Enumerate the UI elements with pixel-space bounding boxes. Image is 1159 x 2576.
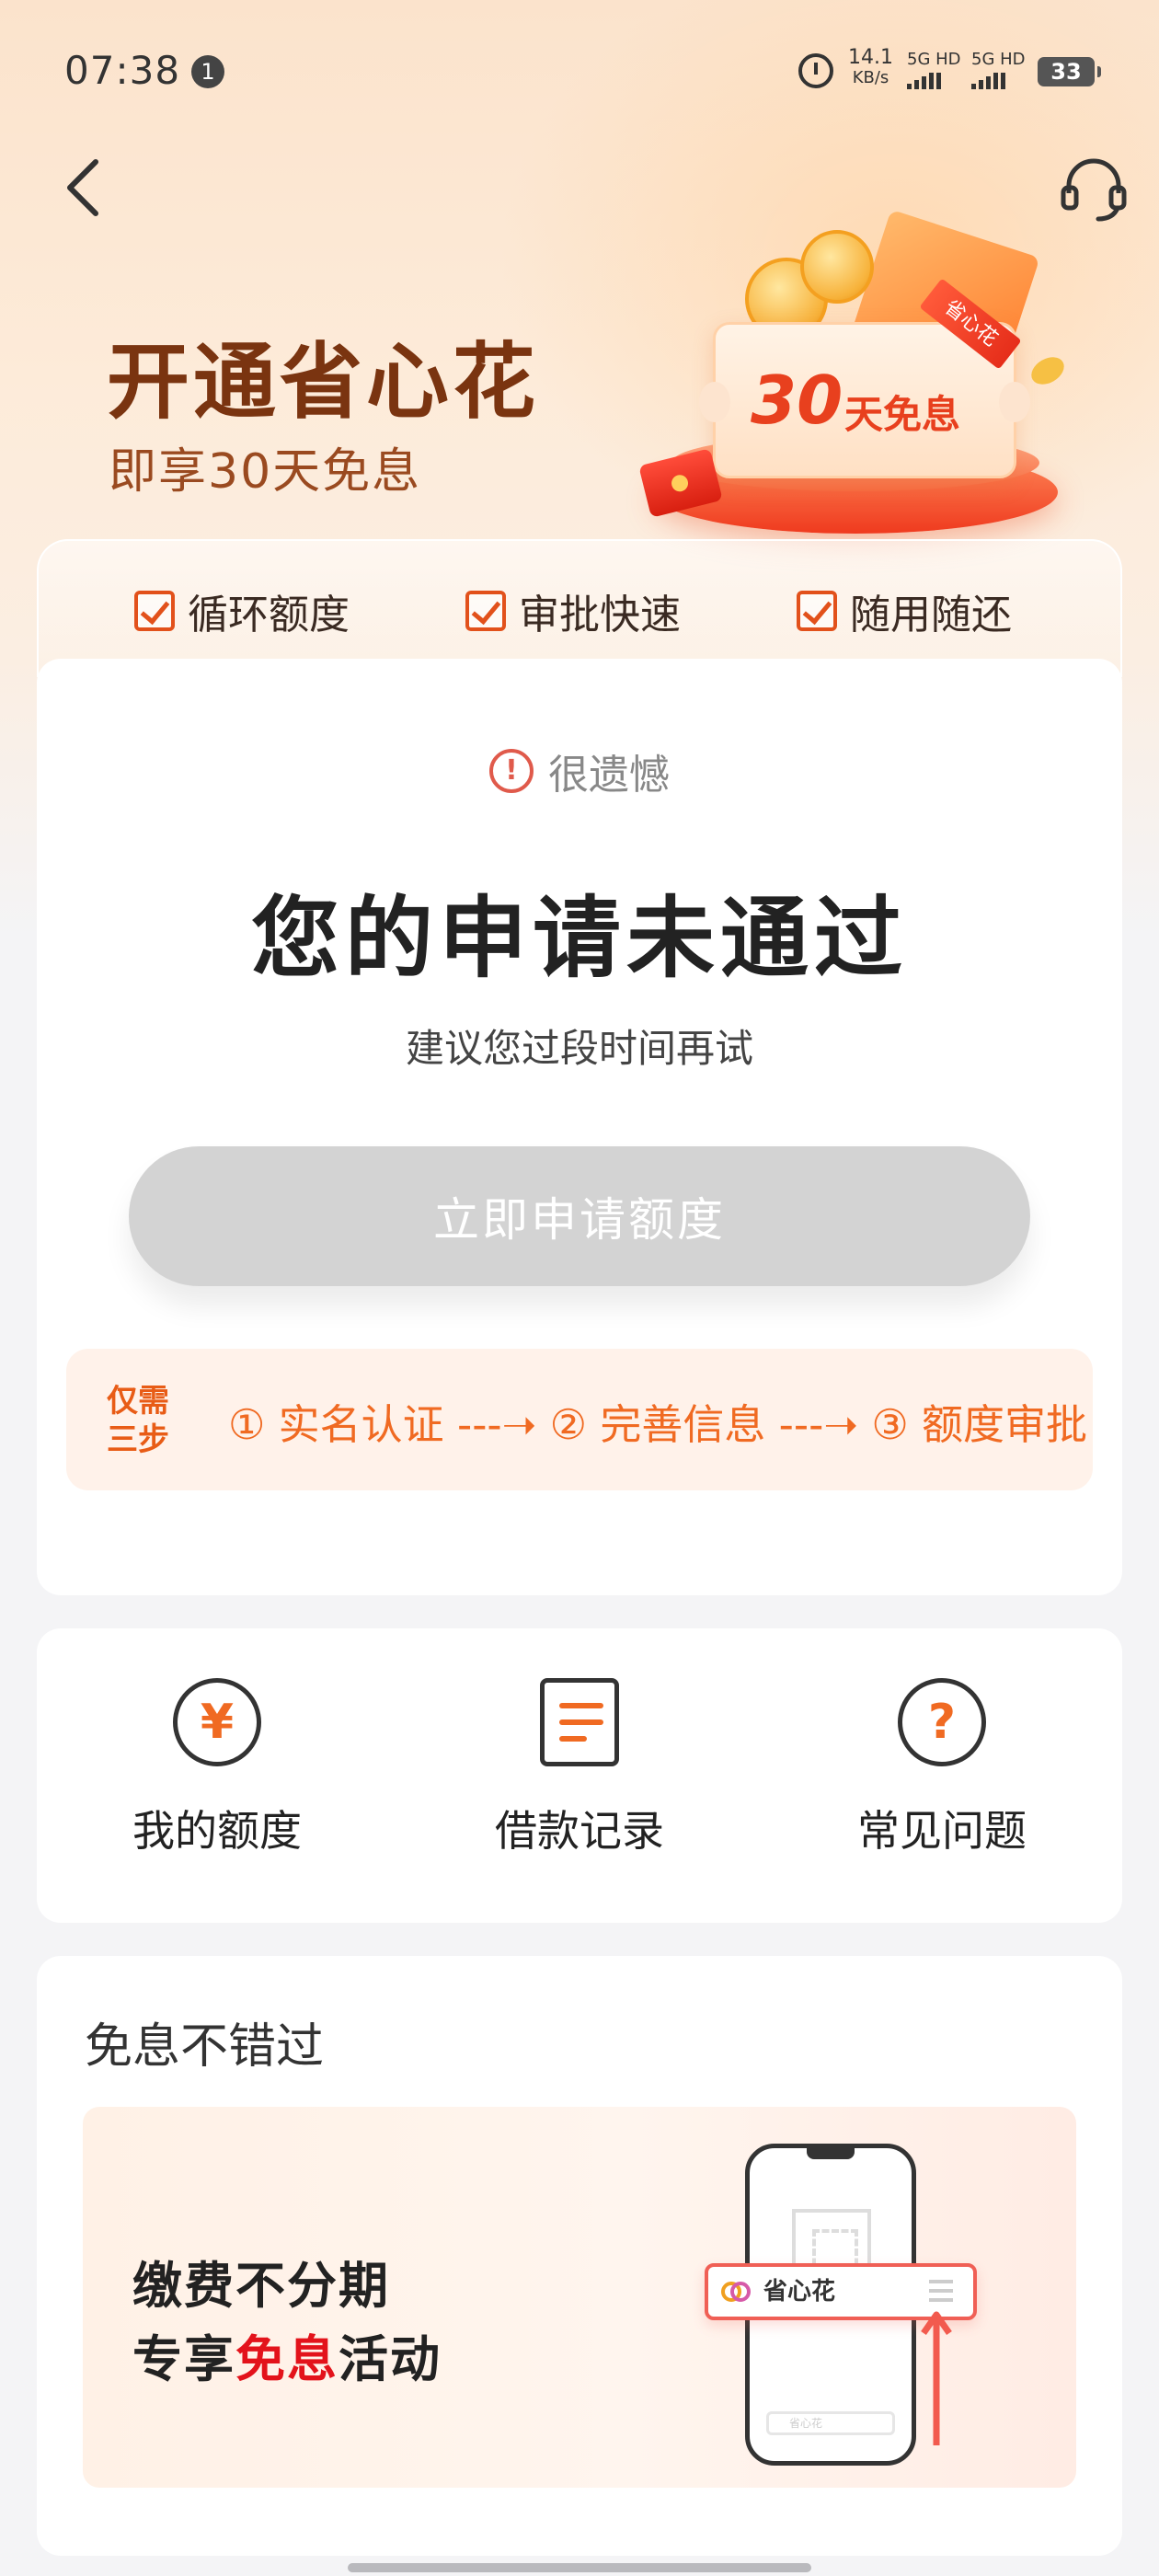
question-circle-icon: ? <box>898 1678 986 1766</box>
result-notice: ! 很遗憾 <box>37 742 1122 800</box>
promo-line2-suffix: 活动 <box>339 2330 442 2388</box>
network-speed: 14.1 KB/s <box>848 48 893 88</box>
coupon-illustration: 30 天免息 省心花 <box>638 209 1085 552</box>
feature-label: 循环额度 <box>188 592 350 638</box>
hero-title: 开通省心花 <box>107 334 539 431</box>
checkbox-icon <box>134 591 175 631</box>
faq-link[interactable]: ? 常见问题 <box>813 1678 1071 1858</box>
signal-bars-icon <box>971 73 1026 89</box>
result-notice-text: 很遗憾 <box>548 752 670 799</box>
flower-logo-icon <box>721 2280 752 2306</box>
quick-links-card: ¥ 我的额度 借款记录 ? 常见问题 <box>37 1628 1122 1923</box>
promo-highlight: 免息 <box>235 2330 339 2388</box>
faq-label: 常见问题 <box>857 1806 1027 1856</box>
promo-line2: 专享免息活动 <box>132 2318 442 2391</box>
sim1-label: 5G HD <box>907 50 961 69</box>
signal-bars-icon <box>907 73 961 89</box>
status-time: 07:38 <box>64 48 181 93</box>
promo-line2-prefix: 专享 <box>132 2330 235 2388</box>
my-credit-label: 我的额度 <box>132 1806 302 1856</box>
loan-records-label: 借款记录 <box>495 1806 664 1856</box>
feature-item: 审批快速 <box>465 581 681 640</box>
promo-line1: 缴费不分期 <box>132 2257 390 2315</box>
apply-credit-button[interactable]: 立即申请额度 <box>129 1146 1030 1286</box>
my-credit-link[interactable]: ¥ 我的额度 <box>88 1678 346 1858</box>
gold-piece-icon <box>1027 351 1069 390</box>
checkbox-icon <box>797 591 837 631</box>
menu-icon <box>929 2280 953 2302</box>
steps-tag-line2: 三步 <box>107 1421 169 1458</box>
customer-service-button[interactable] <box>1058 153 1130 224</box>
status-bar: 07:38 1 14.1 KB/s 5G HD 5G HD 33 <box>0 0 1159 138</box>
feature-bar: 循环额度 审批快速 随用随还 <box>37 539 1122 677</box>
home-indicator[interactable] <box>348 2563 811 2572</box>
hero-subtitle: 即享30天免息 <box>109 444 422 500</box>
sim1-signal: 5G HD <box>907 50 961 89</box>
steps-tag-line1: 仅需 <box>107 1383 169 1420</box>
document-list-icon <box>540 1678 619 1766</box>
back-button[interactable] <box>57 155 112 221</box>
feature-item: 随用随还 <box>797 581 1012 640</box>
checkbox-icon <box>465 591 506 631</box>
mini-card-label: 省心花 <box>763 2278 836 2306</box>
network-speed-unit: KB/s <box>852 68 889 87</box>
coupon-text: 天免息 <box>844 392 961 437</box>
result-title: 您的申请未通过 <box>251 887 908 990</box>
promo-section-title: 免息不错过 <box>85 2019 325 2075</box>
feature-item: 循环额度 <box>134 581 350 640</box>
sim2-label: 5G HD <box>971 50 1026 69</box>
chevron-left-icon <box>67 159 98 216</box>
yen-circle-icon: ¥ <box>173 1678 261 1766</box>
result-subtitle: 建议您过段时间再试 <box>405 1026 753 1071</box>
promo-banner[interactable]: 缴费不分期 专享免息活动 省心花 省心花 <box>83 2107 1076 2488</box>
notification-badge: 1 <box>191 55 224 88</box>
phone-bar: 省心花 <box>766 2411 895 2435</box>
headset-icon <box>1061 158 1127 222</box>
sim2-signal: 5G HD <box>971 50 1026 89</box>
coupon-number: 30 <box>751 362 843 439</box>
feature-label: 审批快速 <box>519 592 681 638</box>
promo-card: 免息不错过 缴费不分期 专享免息活动 省心花 省心花 <box>37 1956 1122 2556</box>
warning-icon: ! <box>489 749 534 793</box>
feature-label: 随用随还 <box>850 592 1012 638</box>
steps-banner: 仅需 三步 ① 实名认证 ---➝ ② 完善信息 ---➝ ③ 额度审批 <box>66 1349 1093 1490</box>
steps-text: ① 实名认证 ---➝ ② 完善信息 ---➝ ③ 额度审批 <box>228 1400 1087 1449</box>
alarm-icon <box>798 53 833 88</box>
result-card: ! 很遗憾 您的申请未通过 建议您过段时间再试 立即申请额度 仅需 三步 ① 实… <box>37 659 1122 1595</box>
loan-records-link[interactable]: 借款记录 <box>451 1678 708 1858</box>
battery-indicator: 33 <box>1038 57 1101 86</box>
coin-icon <box>800 230 874 304</box>
network-speed-value: 14.1 <box>848 46 893 69</box>
arrow-up-icon <box>921 2311 952 2445</box>
steps-tag: 仅需 三步 <box>107 1382 169 1459</box>
